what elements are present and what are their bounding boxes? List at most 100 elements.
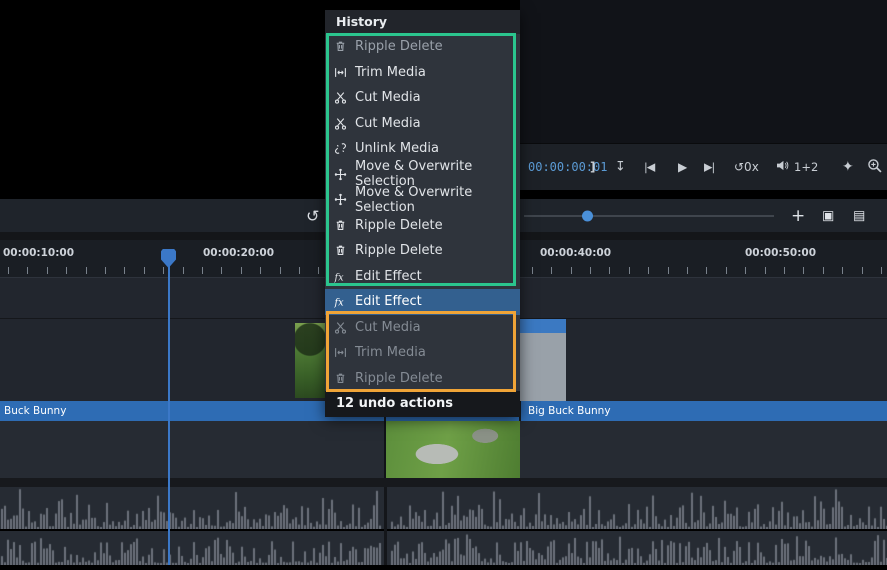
history-item[interactable]: Trim Media bbox=[325, 60, 520, 86]
zoom-slider-handle[interactable] bbox=[582, 210, 593, 221]
move-icon bbox=[334, 168, 347, 181]
history-item[interactable]: Cut Media bbox=[325, 85, 520, 111]
ruler-tick bbox=[706, 267, 707, 274]
ruler-tick bbox=[765, 267, 766, 274]
ruler-tick bbox=[532, 267, 533, 274]
ruler-tick bbox=[862, 267, 863, 274]
undo-actions-count: 12 undo actions bbox=[325, 391, 520, 417]
next-frame-button[interactable]: ▶| bbox=[704, 161, 714, 174]
ruler-tick bbox=[551, 267, 552, 274]
ruler-tick bbox=[745, 267, 746, 274]
clip-label-right[interactable]: Big Buck Bunny bbox=[528, 401, 611, 421]
zoom-slider-track[interactable] bbox=[524, 215, 774, 217]
history-item-label: Edit Effect bbox=[355, 269, 422, 284]
audio-waveform[interactable] bbox=[0, 487, 887, 529]
move-icon bbox=[334, 193, 347, 206]
history-item[interactable]: Ripple Delete bbox=[325, 213, 520, 239]
ruler-tick bbox=[726, 267, 727, 274]
ruler-tick bbox=[648, 267, 649, 274]
ruler-tick bbox=[784, 267, 785, 274]
ruler-timecode-label: 00:00:20:00 bbox=[203, 247, 274, 259]
ruler-tick bbox=[299, 267, 300, 274]
trash-icon bbox=[334, 372, 347, 385]
panel-layout-icon-b[interactable]: ▤ bbox=[853, 208, 865, 223]
svg-text:fx: fx bbox=[334, 298, 344, 309]
ruler-tick bbox=[629, 267, 630, 274]
history-item-label: Cut Media bbox=[355, 320, 421, 335]
timecode-display: 00:00:00:01 bbox=[528, 160, 607, 174]
history-item-label: Trim Media bbox=[355, 65, 426, 80]
history-item[interactable]: Move & Overwrite Selection bbox=[325, 162, 520, 188]
ruler-tick bbox=[881, 267, 882, 274]
clip-label-left[interactable]: Buck Bunny bbox=[4, 401, 66, 421]
audio-track-1[interactable] bbox=[0, 487, 887, 529]
speaker-icon[interactable] bbox=[776, 160, 789, 174]
snap-icon[interactable]: ✦ bbox=[842, 159, 854, 175]
trim-icon bbox=[334, 346, 347, 359]
history-item-label: Cut Media bbox=[355, 116, 421, 131]
ruler-tick bbox=[8, 267, 9, 274]
history-item[interactable]: Move & Overwrite Selection bbox=[325, 187, 520, 213]
previous-frame-button[interactable]: |◀ bbox=[644, 161, 654, 174]
play-button[interactable]: ▶ bbox=[678, 160, 687, 174]
ruler-tick bbox=[842, 267, 843, 274]
ruler-tick bbox=[823, 267, 824, 274]
selected-clip-header[interactable] bbox=[520, 319, 566, 333]
history-button[interactable]: ↺ bbox=[306, 206, 319, 225]
history-item[interactable]: Trim Media bbox=[325, 340, 520, 366]
ruler-tick bbox=[202, 267, 203, 274]
fx-icon: fx bbox=[334, 270, 347, 283]
ruler-tick bbox=[163, 267, 164, 274]
ruler-tick bbox=[241, 267, 242, 274]
ruler-timecode-label: 00:00:40:00 bbox=[540, 247, 611, 259]
history-item[interactable]: Cut Media bbox=[325, 111, 520, 137]
history-item[interactable]: Ripple Delete bbox=[325, 366, 520, 392]
zoom-icon[interactable] bbox=[867, 158, 882, 176]
history-item-label: Ripple Delete bbox=[355, 218, 443, 233]
video-track-1[interactable] bbox=[0, 421, 887, 478]
video-editor-window: 00:00:00:01 ] ↧ |◀ ▶ ▶| ↺0x 1+2 ✦ ↺ + ▣ … bbox=[0, 0, 887, 570]
ruler-tick bbox=[590, 267, 591, 274]
clip-separator bbox=[384, 421, 386, 478]
ruler-timecode-label: 00:00:10:00 bbox=[3, 247, 74, 259]
ruler-tick bbox=[280, 267, 281, 274]
history-menu-title: History bbox=[325, 10, 520, 34]
ruler-tick bbox=[183, 267, 184, 274]
bottom-edge bbox=[0, 565, 887, 570]
ruler-timecode-label: 00:00:50:00 bbox=[745, 247, 816, 259]
transport-bar: 00:00:00:01 ] ↧ |◀ ▶ ▶| ↺0x 1+2 ✦ bbox=[520, 143, 887, 190]
history-item[interactable]: Cut Media bbox=[325, 315, 520, 341]
ruler-tick bbox=[27, 267, 28, 274]
audio-waveform[interactable] bbox=[0, 531, 887, 565]
selected-clip-segment[interactable] bbox=[520, 319, 566, 402]
history-item[interactable]: Unlink Media bbox=[325, 136, 520, 162]
ruler-tick bbox=[66, 267, 67, 274]
clip-thumbnail-bunny[interactable] bbox=[386, 421, 520, 478]
panel-layout-icon-a[interactable]: ▣ bbox=[822, 208, 834, 223]
trash-icon bbox=[334, 219, 347, 232]
clip-thumbnail-forest[interactable] bbox=[295, 323, 325, 398]
playback-speed-button[interactable]: ↺0x bbox=[734, 160, 759, 174]
audio-clip-separator bbox=[384, 487, 387, 565]
history-item-label: Move & Overwrite Selection bbox=[355, 185, 520, 215]
history-item[interactable]: Ripple Delete bbox=[325, 34, 520, 60]
cut-icon bbox=[334, 117, 347, 130]
add-track-button[interactable]: + bbox=[791, 206, 805, 226]
overwrite-mode-icon[interactable]: ↧ bbox=[615, 160, 626, 175]
cut-icon bbox=[334, 321, 347, 334]
ruler-tick bbox=[144, 267, 145, 274]
ruler-tick bbox=[609, 267, 610, 274]
history-item[interactable]: fx Edit Effect bbox=[325, 264, 520, 290]
history-item-label: Trim Media bbox=[355, 345, 426, 360]
ruler-tick bbox=[803, 267, 804, 274]
playhead-line bbox=[168, 266, 170, 565]
audio-channels-label[interactable]: 1+2 bbox=[794, 160, 818, 174]
unlink-icon bbox=[334, 142, 347, 155]
history-item-label: Edit Effect bbox=[355, 294, 422, 309]
ruler-tick bbox=[571, 267, 572, 274]
history-item[interactable]: Ripple Delete bbox=[325, 238, 520, 264]
cut-icon bbox=[334, 91, 347, 104]
audio-track-2[interactable] bbox=[0, 531, 887, 565]
history-item[interactable]: fx Edit Effect bbox=[325, 289, 520, 315]
history-menu: History Ripple Delete Trim Media Cut Media… bbox=[325, 10, 520, 417]
